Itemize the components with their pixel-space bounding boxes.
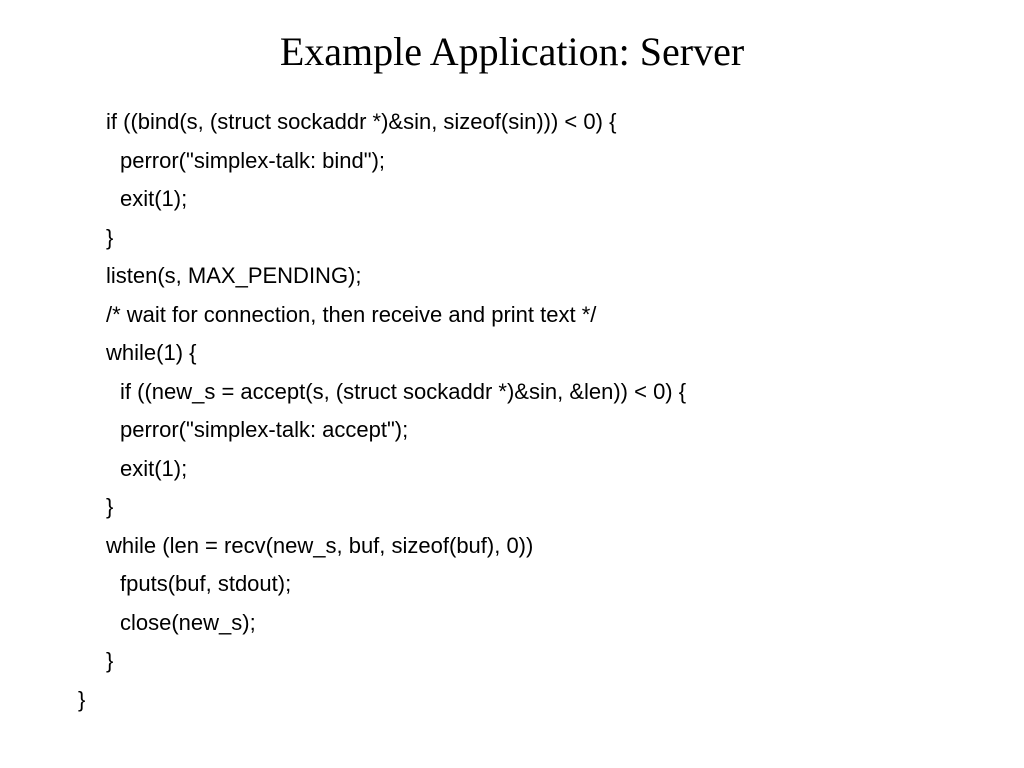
code-block: if ((bind(s, (struct sockaddr *)&sin, si… bbox=[0, 103, 1024, 719]
code-line: /* wait for connection, then receive and… bbox=[78, 296, 1024, 335]
code-line: if ((bind(s, (struct sockaddr *)&sin, si… bbox=[78, 103, 1024, 142]
code-line: while (len = recv(new_s, buf, sizeof(buf… bbox=[78, 527, 1024, 566]
code-line: exit(1); bbox=[78, 450, 1024, 489]
code-line: perror("simplex-talk: bind"); bbox=[78, 142, 1024, 181]
code-line: } bbox=[78, 219, 1024, 258]
slide: Example Application: Server if ((bind(s,… bbox=[0, 0, 1024, 768]
code-line: exit(1); bbox=[78, 180, 1024, 219]
code-line: if ((new_s = accept(s, (struct sockaddr … bbox=[78, 373, 1024, 412]
code-line: } bbox=[78, 642, 1024, 681]
code-line: close(new_s); bbox=[78, 604, 1024, 643]
code-line: while(1) { bbox=[78, 334, 1024, 373]
code-line: listen(s, MAX_PENDING); bbox=[78, 257, 1024, 296]
code-line: fputs(buf, stdout); bbox=[78, 565, 1024, 604]
code-line: } bbox=[78, 681, 1024, 720]
slide-title: Example Application: Server bbox=[0, 28, 1024, 75]
code-line: perror("simplex-talk: accept"); bbox=[78, 411, 1024, 450]
code-line: } bbox=[78, 488, 1024, 527]
